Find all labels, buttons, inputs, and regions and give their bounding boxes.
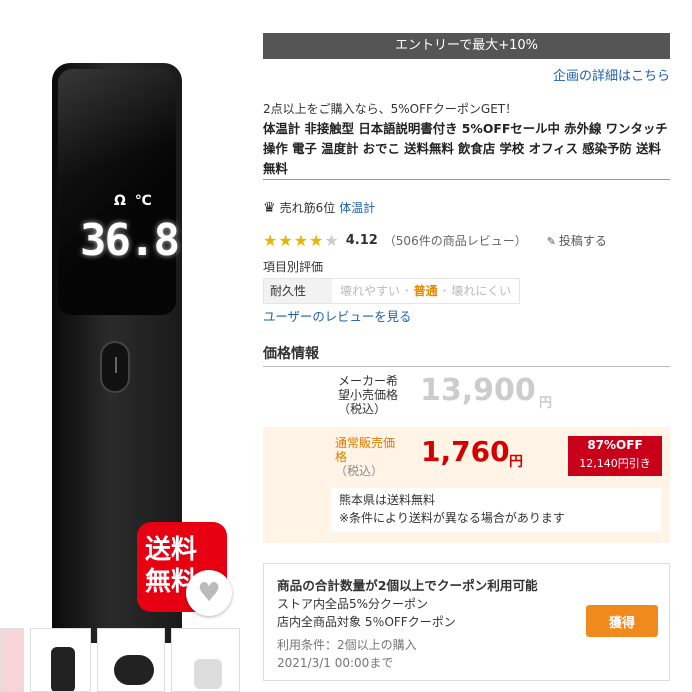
thumbnail-3[interactable] [96,628,166,692]
maker-yen: 円 [539,396,553,411]
eval-head: 耐久性 [264,279,332,303]
shipping-info: 熊本県は送料無料 ※条件により送料が異なる場合があります [331,488,661,532]
campaign-detail-link[interactable]: 企画の詳細はこちら [553,65,670,84]
divider [263,179,670,180]
coupon-line-2: 店内全商品対象 5％OFFクーポン [277,615,456,629]
item-eval-label: 項目別評価 [263,260,324,274]
edit-icon: ✎ [546,235,556,248]
display-unit: Ω ℃ [114,193,154,209]
power-button-graphic [100,341,130,393]
favorite-heart-icon[interactable]: ♥ [186,570,232,616]
ranking-text: 売れ筋6位 [279,201,336,215]
coupon-title: 商品の合計数量が2個以上でクーポン利用可能 [277,578,538,593]
maker-price: 13,900 [420,373,536,408]
price-heading: 価格情報 [263,346,319,362]
thumbnail-strip [0,628,240,692]
sale-price-box: 通常販売価格 （税込） 1,760 円 87%OFF 12,140円引き 熊本県… [263,427,670,543]
rating-score: 4.12 [345,233,378,248]
ranking-category-link[interactable]: 体温計 [339,199,375,216]
product-page: Ω ℃ 36.8 送料 無料 ♥ エントリーで最大+10% 企画の詳細はこちら … [0,0,692,692]
crown-icon: ♛ [263,199,276,216]
coupon-condition: 利用条件：2個以上の購入 [277,638,417,652]
eval-scale: 壊れやすい ･ 普通 ･ 壊れにくい [340,284,512,298]
sale-price: 1,760 [421,435,510,468]
ranking-row: ♛ 売れ筋6位 体温計 [263,199,375,216]
product-image[interactable]: Ω ℃ 36.8 送料 無料 ♥ [0,40,240,643]
post-review-link[interactable]: ✎ 投稿する [547,232,607,249]
coupon-line-1: ストア内全品5%分クーポン [277,597,429,611]
thumbnail-2[interactable] [29,628,91,692]
price-divider [263,366,670,367]
discount-badge: 87%OFF 12,140円引き [568,436,662,476]
rating-row: ★★★★★ 4.12 （506件の商品レビュー） ✎ 投稿する [263,231,607,250]
thumbnail-4[interactable] [171,628,240,692]
user-reviews-link[interactable]: ユーザーのレビューを見る [263,307,411,325]
product-title: 体温計 非接触型 日本語説明書付き 5%OFFセール中 赤外線 ワンタッチ操作 … [263,121,668,176]
entry-banner[interactable]: エントリーで最大+10% [263,33,670,59]
coupon-box: 商品の合計数量が2個以上でクーポン利用可能 ストア内全品5%分クーポン 店内全商… [263,563,670,681]
display-reading: 36.8 [80,215,180,266]
sale-yen: 円 [509,454,523,470]
coupon-expiry: 2021/3/1 00:00まで [277,656,394,670]
maker-price-label: メーカー希望小売価格（税込） [338,374,399,416]
get-coupon-button[interactable]: 獲得 [586,605,658,637]
durability-eval: 耐久性 壊れやすい ･ 普通 ･ 壊れにくい [263,278,521,304]
promo-text: 2点以上をご購入なら、5%OFFクーポンGET！ [263,102,518,116]
sale-price-label: 通常販売価格 （税込） [335,436,396,478]
thumbnail-1[interactable] [0,628,24,692]
rating-stars: ★★★★★ [263,231,340,250]
review-count-link[interactable]: （506件の商品レビュー） [384,232,527,249]
